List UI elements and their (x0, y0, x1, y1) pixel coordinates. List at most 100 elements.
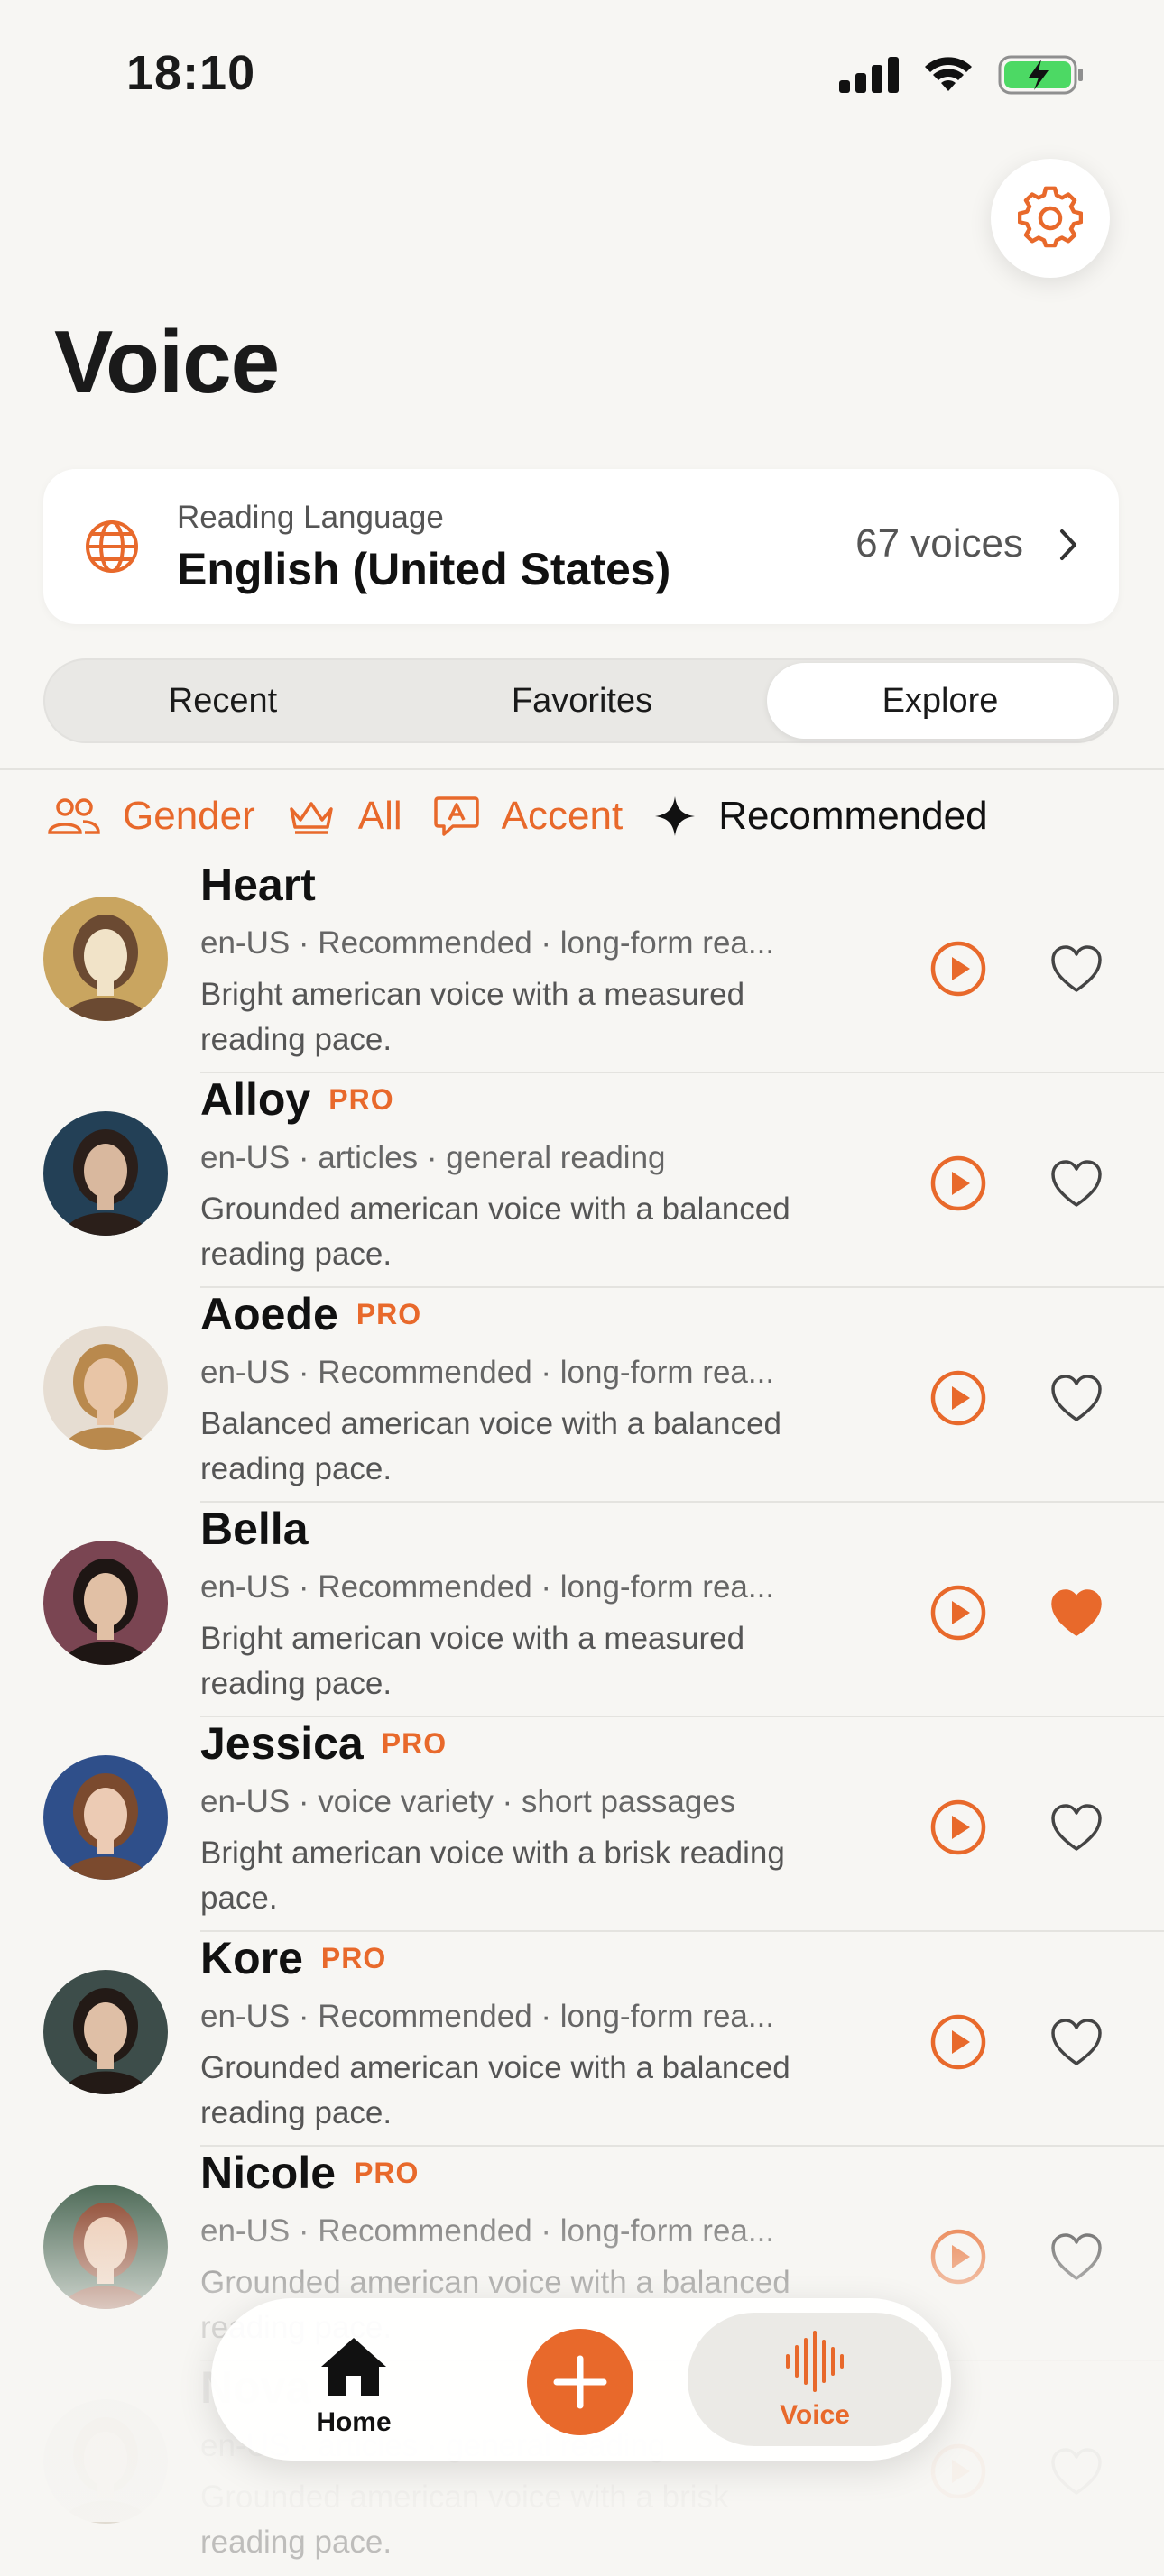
voice-description: Bright american voice with a measured re… (200, 1621, 745, 1701)
chevron-right-icon (1060, 529, 1076, 560)
status-icons (837, 54, 1085, 96)
bottom-tab-bar: Home Voice (211, 2298, 951, 2461)
voice-avatar (43, 1541, 168, 1665)
play-button[interactable] (929, 940, 987, 998)
voice-description: Bright american voice with a measured re… (200, 977, 745, 1057)
voice-tags: en-US · voice variety · short passages (200, 1784, 736, 1819)
page-title: Voice (54, 312, 280, 411)
portrait-image (43, 1541, 168, 1665)
play-button[interactable] (929, 1369, 987, 1427)
heart-icon (1051, 945, 1102, 992)
play-circle-icon (930, 1585, 986, 1641)
tab-recent[interactable]: Recent (43, 658, 402, 743)
voice-name-text: Kore (200, 1933, 303, 1983)
voice-row[interactable]: Alloy PRO en-US · articles · general readi… (0, 1073, 1164, 1288)
pro-badge: PRO (328, 1083, 394, 1116)
favorite-button[interactable] (1049, 2017, 1104, 2067)
tab-home[interactable]: Home (282, 2334, 426, 2438)
filter-accent-label: Accent (501, 794, 624, 838)
people-icon (48, 798, 100, 834)
voice-description: Grounded american voice with a balanced … (200, 2050, 790, 2130)
voice-avatar (43, 1326, 168, 1450)
voice-avatar (43, 1111, 168, 1236)
portrait-image (43, 1755, 168, 1880)
filter-recommended[interactable]: Recommended (653, 794, 988, 839)
voice-name-text: Alloy (200, 1074, 311, 1125)
filter-gender[interactable]: Gender (47, 794, 255, 839)
add-button[interactable] (527, 2329, 633, 2435)
plus-icon (553, 2355, 607, 2409)
status-bar: 18:10 (0, 0, 1164, 144)
crown-icon (290, 802, 333, 834)
play-button[interactable] (929, 2013, 987, 2071)
play-button[interactable] (929, 1584, 987, 1642)
battery-charging-icon (998, 55, 1083, 95)
tab-voice[interactable]: Voice (688, 2313, 942, 2446)
voice-avatar (43, 1755, 168, 1880)
status-time: 18:10 (126, 46, 256, 100)
reading-language-card[interactable]: Reading Language English (United States)… (43, 469, 1119, 624)
heart-icon (1051, 1589, 1102, 1636)
globe-icon (86, 520, 138, 573)
favorite-button[interactable] (1049, 943, 1104, 994)
heart-icon (1051, 1160, 1102, 1207)
voice-row[interactable]: Heart en-US · Recommended · long-form rea… (0, 859, 1164, 1073)
reading-language-value: English (United States) (177, 544, 671, 594)
play-circle-icon (930, 1799, 986, 1855)
reading-language-label: Reading Language (177, 500, 444, 535)
waveform-icon (786, 2331, 844, 2392)
filter-bar: Gender All Accent Recommended (47, 785, 1019, 848)
voice-row[interactable]: Jessica PRO en-US · voice variety · short … (0, 1717, 1164, 1932)
gear-icon (1018, 186, 1083, 248)
voice-description: Bright american voice with a brisk readi… (200, 1835, 785, 1916)
voice-row[interactable]: Aoede PRO en-US · Recommended · long-form … (0, 1288, 1164, 1503)
wifi-icon (925, 57, 972, 91)
voice-tags: en-US · Recommended · long-form rea... (200, 1569, 775, 1605)
play-button[interactable] (929, 1799, 987, 1856)
voice-avatar (43, 1970, 168, 2094)
favorite-button[interactable] (1049, 1587, 1104, 1638)
voice-avatar (43, 897, 168, 1021)
tab-explore[interactable]: Explore (767, 663, 1113, 739)
voice-name-text: Jessica (200, 1718, 364, 1769)
favorite-button[interactable] (1049, 1373, 1104, 1423)
settings-button[interactable] (991, 159, 1110, 278)
voice-name: Bella (200, 1503, 327, 1555)
voice-name: Aoede PRO (200, 1288, 421, 1340)
play-circle-icon (930, 1155, 986, 1211)
divider (0, 768, 1164, 770)
voice-name: Heart (200, 859, 334, 911)
voice-tabs: Recent Favorites Explore (43, 658, 1119, 743)
play-circle-icon (930, 2014, 986, 2070)
voice-name-text: Aoede (200, 1289, 338, 1339)
sparkle-icon (655, 796, 696, 836)
voice-name: Jessica PRO (200, 1717, 447, 1770)
portrait-image (43, 1111, 168, 1236)
voice-name-text: Bella (200, 1504, 309, 1554)
voices-count: 67 voices (855, 521, 1023, 566)
filter-all-label: All (357, 794, 402, 838)
voice-name: Alloy PRO (200, 1073, 394, 1126)
home-icon (321, 2338, 386, 2396)
voice-description: Grounded american voice with a balanced … (200, 1191, 790, 1272)
filter-gender-label: Gender (123, 794, 255, 838)
filter-accent[interactable]: Accent (433, 794, 624, 839)
voice-tags: en-US · Recommended · long-form rea... (200, 925, 775, 961)
filter-all[interactable]: All (286, 794, 402, 839)
voice-name: Kore PRO (200, 1932, 386, 1984)
favorite-button[interactable] (1049, 1802, 1104, 1853)
tab-favorites[interactable]: Favorites (402, 658, 762, 743)
play-circle-icon (930, 1370, 986, 1426)
portrait-image (43, 897, 168, 1021)
voice-row[interactable]: Bella en-US · Recommended · long-form rea… (0, 1503, 1164, 1717)
tab-home-label: Home (316, 2407, 392, 2437)
heart-icon (1051, 2019, 1102, 2065)
favorite-button[interactable] (1049, 1158, 1104, 1209)
voice-row[interactable]: Kore PRO en-US · Recommended · long-form r… (0, 1932, 1164, 2147)
voice-description: Balanced american voice with a balanced … (200, 1406, 781, 1486)
heart-icon (1051, 1804, 1102, 1851)
voice-tags: en-US · articles · general reading (200, 1140, 666, 1175)
portrait-image (43, 1970, 168, 2094)
play-button[interactable] (929, 1155, 987, 1212)
play-circle-icon (930, 941, 986, 997)
